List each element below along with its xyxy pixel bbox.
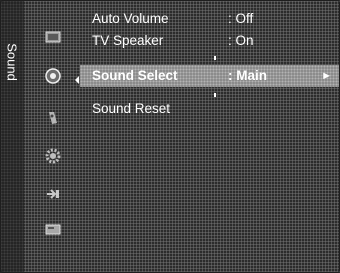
screen-frame xyxy=(0,0,340,273)
